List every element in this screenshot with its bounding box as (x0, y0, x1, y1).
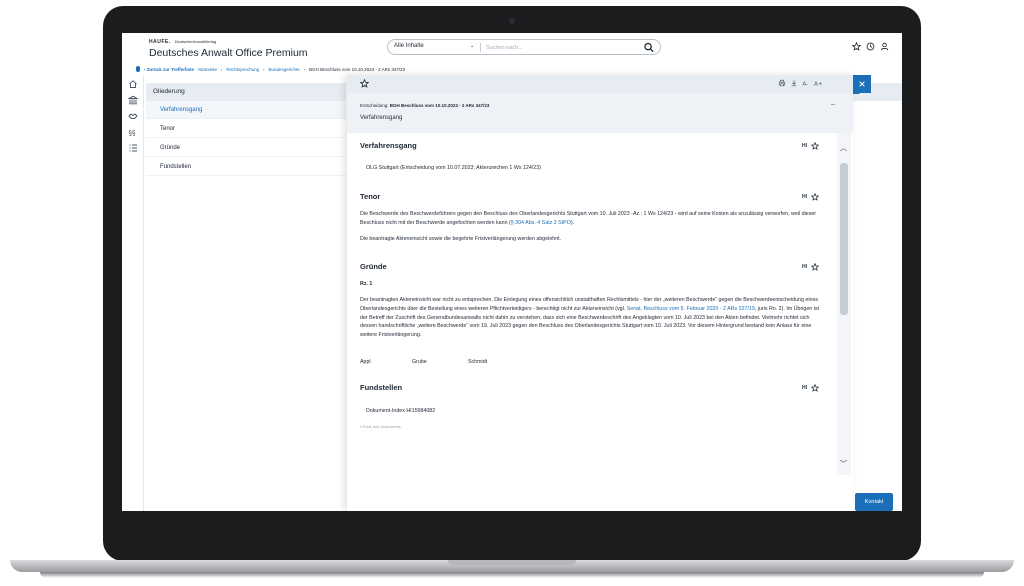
judges-line: Appl Grube Schmidt (360, 358, 822, 367)
home-icon[interactable] (128, 79, 138, 89)
camera-dot (509, 18, 515, 24)
search-input[interactable] (486, 42, 636, 53)
outline-item-gruende[interactable]: Gründe (146, 139, 346, 157)
document-panel: A- A+ Entscheidung: BGH Beschluss vom 10… (347, 75, 871, 511)
outline-item-tenor[interactable]: Tenor (146, 120, 346, 138)
section-heading-gruende: Gründe (360, 262, 387, 271)
user-account-icon[interactable] (880, 42, 889, 51)
breadcrumb-current: BGH Beschluss vom 10.10.2023 - 2 ARs 347… (309, 66, 406, 72)
document-decision-line: Entscheidung: BGH Beschluss vom 10.10.20… (360, 103, 489, 108)
section-heading-tenor: Tenor (360, 192, 381, 201)
document-tools: A- A+ (778, 79, 822, 87)
meta-value: BGH Beschluss vom 10.10.2023 - 2 ARs 347… (389, 103, 490, 108)
gruende-paragraph: Der beantragten Akteneinsicht war nicht … (360, 296, 822, 340)
history-clock-icon[interactable] (866, 42, 875, 51)
highlight-toggle[interactable]: Hl (802, 264, 807, 270)
statute-link[interactable]: § 304 Abs. 4 Satz 2 StPO (511, 220, 571, 226)
brand-publisher: DeutscherAnwaltVerlag (174, 39, 217, 44)
collapse-meta-icon[interactable]: – (831, 101, 835, 108)
brand-company: HAUFE. (149, 39, 171, 45)
svg-text:§§: §§ (129, 129, 137, 137)
svg-text:A+: A+ (814, 81, 822, 87)
download-icon[interactable] (790, 79, 798, 87)
verfahrensgang-text: OLG Stuttgart (Entscheidung vom 10.07.20… (366, 165, 541, 171)
document-end-marker: ▪ Ende des Dokuments (360, 424, 401, 429)
tenor-text-end: ). (570, 219, 575, 226)
highlight-toggle[interactable]: Hl (802, 143, 807, 149)
breadcrumb-item[interactable]: Rechtsprechung (226, 67, 259, 72)
section-tools: Hl (802, 263, 819, 271)
close-document-button[interactable] (853, 75, 871, 93)
result-count-badge (136, 66, 140, 72)
tenor-paragraph: Die Beschwerde des Beschwerdeführers geg… (360, 210, 822, 228)
search-icon[interactable] (643, 42, 655, 53)
handshake-icon[interactable] (128, 111, 138, 121)
search-divider (480, 43, 481, 52)
highlight-toggle[interactable]: Hl (802, 194, 807, 200)
breadcrumb-separator-icon: › (221, 66, 223, 72)
outline-heading: Gliederung (146, 83, 346, 101)
product-title: Deutsches Anwalt Office Premium (149, 47, 308, 59)
fundstellen-text: Dokument-Index HI15984082 (366, 408, 436, 414)
top-header: HAUFE. DeutscherAnwaltVerlag Deutsches An… (122, 33, 902, 63)
outline-item-fundstellen[interactable]: Fundstellen (146, 158, 346, 176)
document-end-text: Ende des Dokuments (362, 424, 401, 429)
list-icon[interactable] (128, 143, 138, 153)
section-tools: Hl (802, 142, 819, 150)
chevron-down-icon[interactable]: ﹀ (840, 459, 847, 469)
star-icon[interactable] (811, 142, 819, 150)
section-heading-fundstellen: Fundstellen (360, 383, 403, 392)
paragraph-icon[interactable]: §§ (128, 127, 138, 137)
document-toolbar: A- A+ (347, 75, 853, 93)
judge-name: Appl (360, 359, 371, 365)
randziffer: Rz. 1 (360, 281, 373, 287)
outline-item-verfahrensgang[interactable]: Verfahrensgang (146, 101, 346, 119)
section-tools: Hl (802, 384, 819, 392)
favorites-star-icon[interactable] (852, 42, 861, 51)
court-building-icon[interactable] (128, 95, 138, 105)
judge-name: Grube (412, 359, 427, 365)
svg-text:A-: A- (802, 81, 808, 87)
document-body: Verfahrensgang Hl OLG Stuttgart (Entsche… (347, 133, 837, 475)
header-actions (852, 42, 889, 51)
breadcrumb-separator-icon: › (303, 66, 306, 72)
close-icon (859, 81, 865, 87)
document-meta: Entscheidung: BGH Beschluss vom 10.10.20… (347, 93, 853, 133)
font-increase-icon[interactable]: A+ (814, 79, 822, 87)
app-screen: HAUFE. DeutscherAnwaltVerlag Deutsches An… (122, 33, 902, 511)
contact-button[interactable]: Kontakt (855, 493, 893, 511)
left-icon-rail: §§ (122, 75, 144, 511)
laptop-shadow (40, 572, 984, 578)
scroll-thumb[interactable] (840, 163, 848, 315)
section-tools: Hl (802, 193, 819, 201)
back-to-results-link[interactable]: ‹ Zurück zur Trefferliste (144, 67, 194, 72)
star-icon[interactable] (811, 193, 819, 201)
print-icon[interactable] (778, 79, 786, 87)
chevron-up-icon[interactable]: ︿ (840, 143, 847, 153)
document-section-title: Verfahrensgang (360, 115, 403, 121)
breadcrumb: ‹ Zurück zur Trefferliste Startseite › R… (136, 64, 405, 74)
bookmark-star-icon[interactable] (360, 79, 369, 88)
document-scrollbar[interactable]: ︿ ﹀ (837, 133, 851, 475)
brand-logo[interactable]: HAUFE. DeutscherAnwaltVerlag Deutsches An… (149, 38, 308, 59)
breadcrumb-item[interactable]: Bundesgerichte (269, 67, 300, 72)
highlight-toggle[interactable]: Hl (802, 385, 807, 391)
global-search: Alle Inhalte ⌄ (387, 39, 661, 55)
search-scope-select[interactable]: Alle Inhalte (394, 43, 478, 52)
outline-sidebar: Gliederung Verfahrensgang Tenor Gründe F… (146, 83, 346, 511)
tenor-paragraph-2: Die beantragte Akteneinsicht sowie die b… (360, 236, 562, 242)
judge-name: Schmidt (468, 359, 488, 365)
breadcrumb-separator-icon: › (263, 66, 265, 72)
chevron-down-icon: ⌄ (470, 43, 475, 49)
font-decrease-icon[interactable]: A- (802, 79, 810, 87)
star-icon[interactable] (811, 263, 819, 271)
section-heading-verfahrensgang: Verfahrensgang (360, 141, 417, 150)
star-icon[interactable] (811, 384, 819, 392)
meta-label: Entscheidung: (360, 103, 389, 108)
decision-link[interactable]: Senat, Beschluss vom 5. Februar 2020 - 2… (627, 306, 755, 312)
laptop-base-notch (448, 560, 576, 565)
tenor-text: Die Beschwerde des Beschwerdeführers geg… (360, 211, 817, 226)
breadcrumb-item[interactable]: Startseite (198, 67, 217, 72)
